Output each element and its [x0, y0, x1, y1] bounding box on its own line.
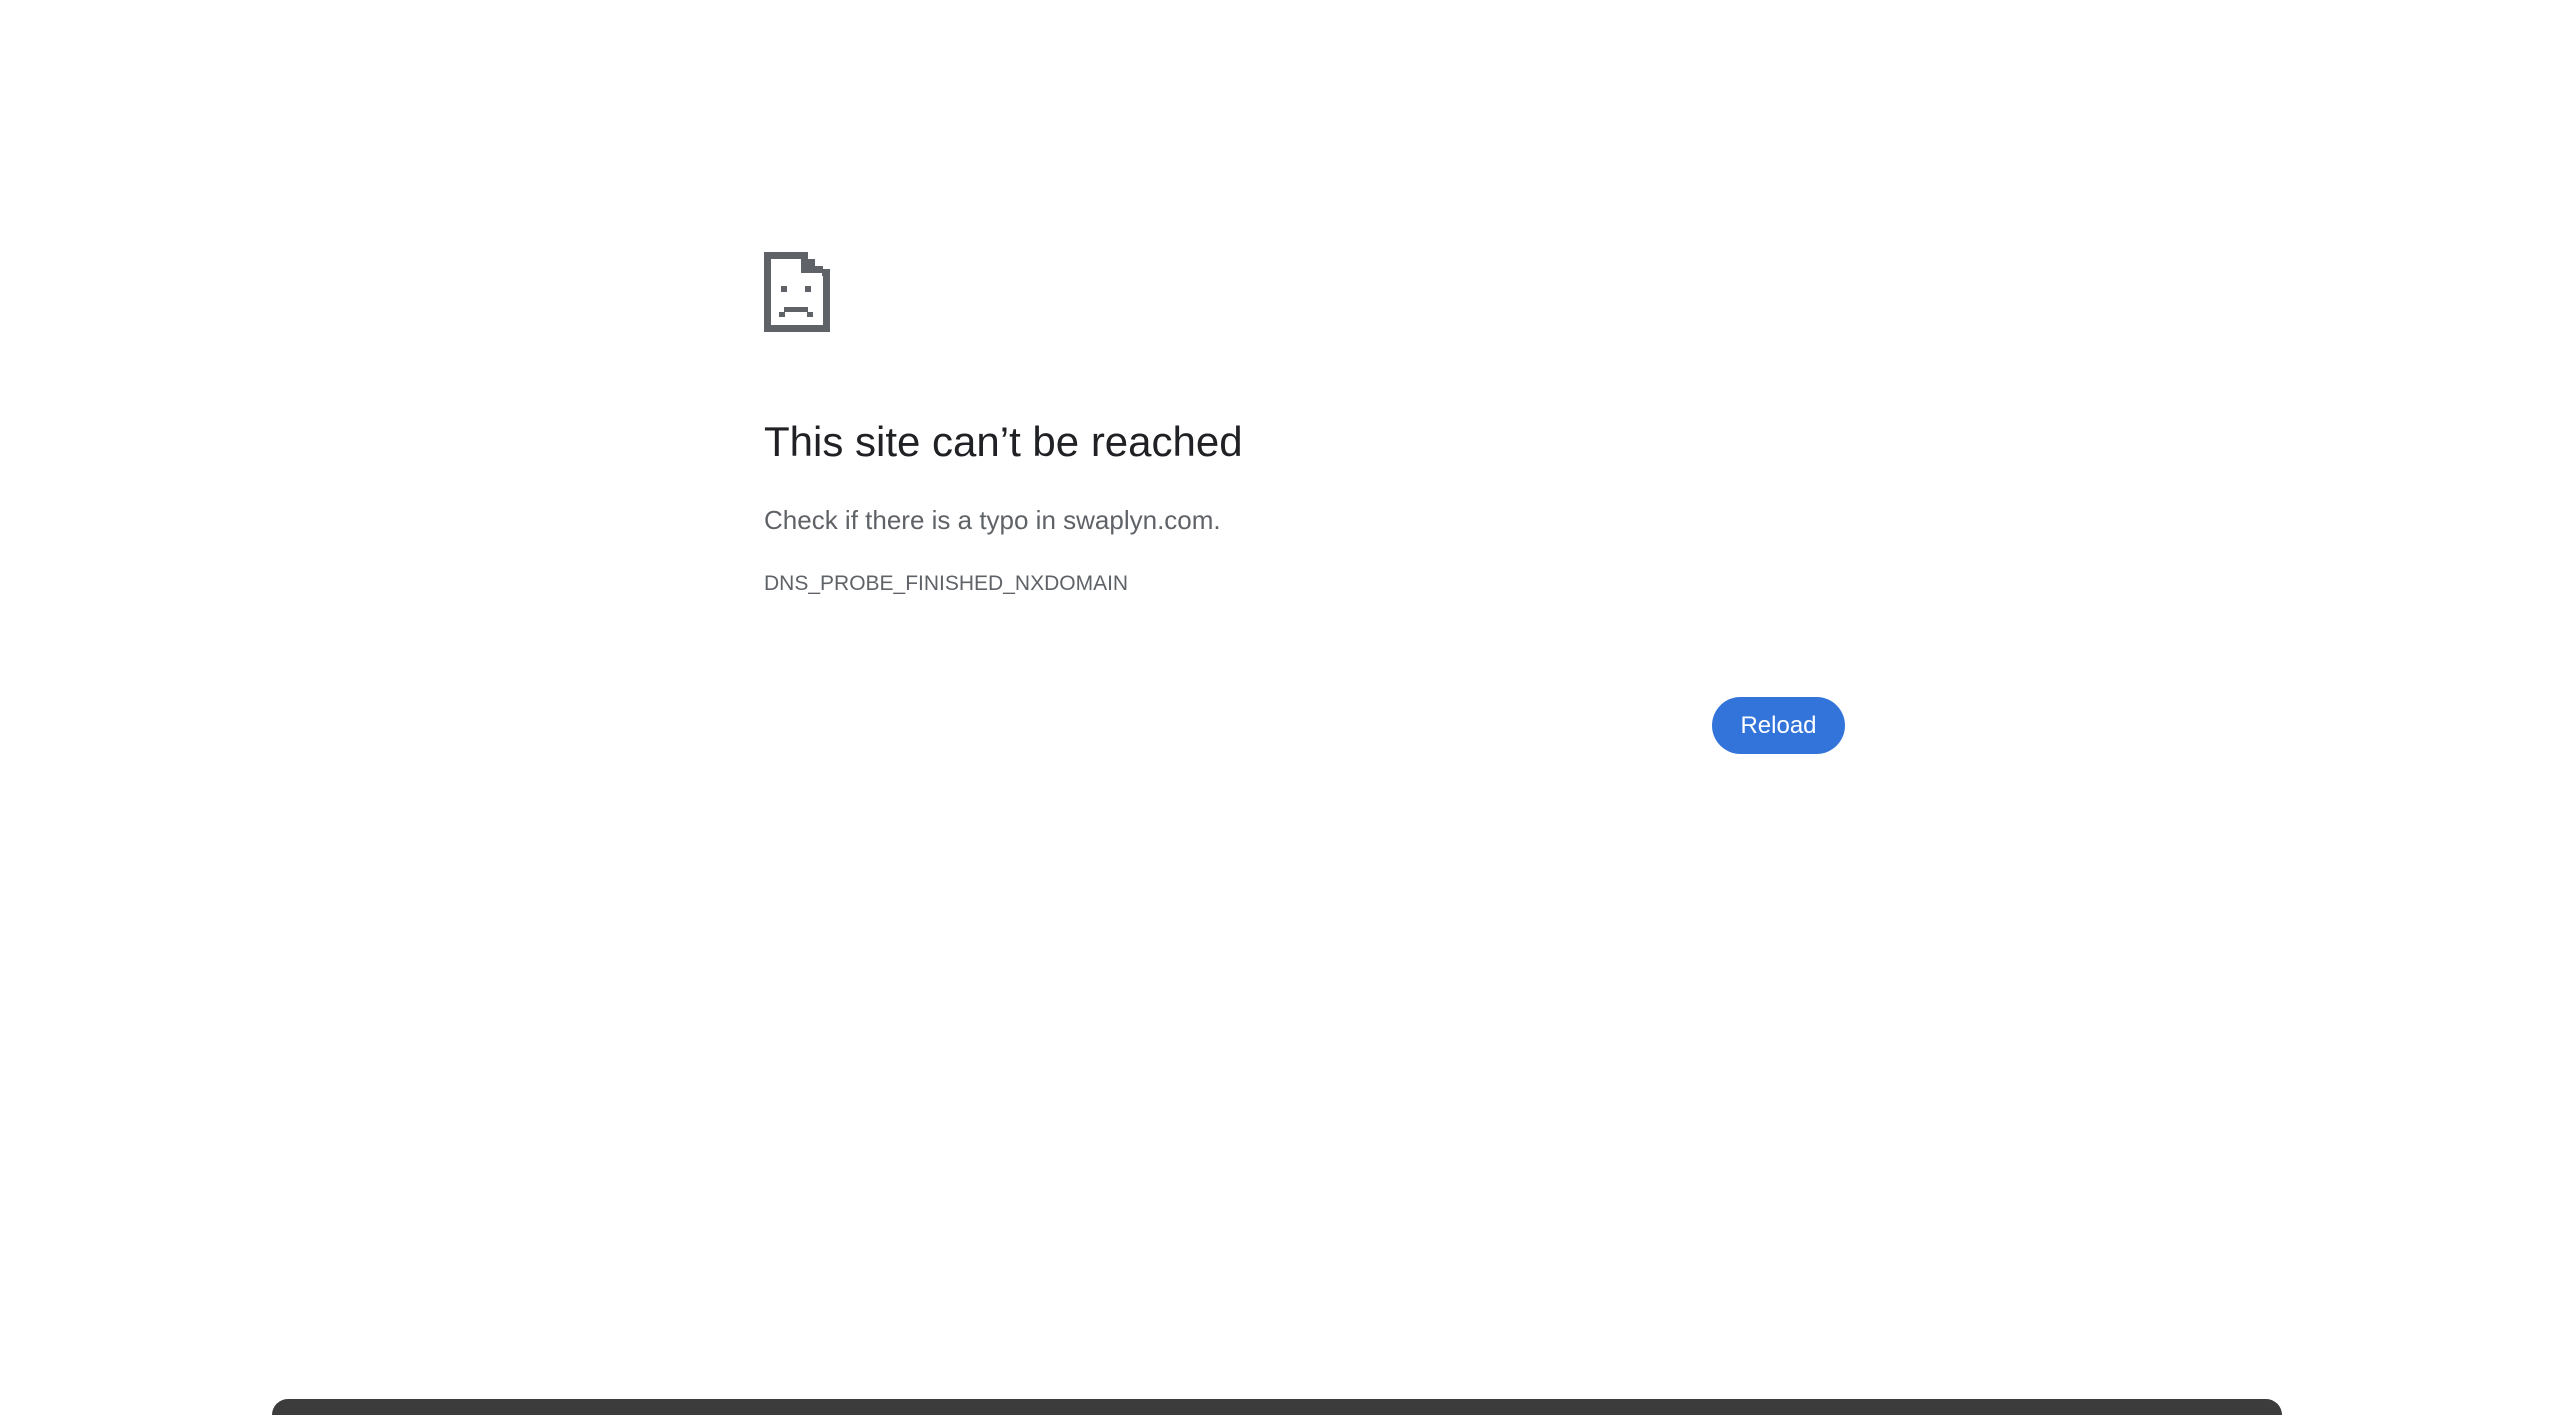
error-code: DNS_PROBE_FINISHED_NXDOMAIN	[764, 572, 1129, 595]
page-title: This site can’t be reached	[764, 418, 1243, 465]
typo-suggestion-text: Check if there is a typo in swaplyn.com.	[764, 505, 1221, 535]
reload-button[interactable]: Reload	[1712, 697, 1845, 754]
error-page: This site can’t be reached Check if ther…	[0, 0, 2560, 1407]
sad-document-icon	[764, 252, 830, 332]
bottom-bar	[272, 1399, 2282, 1415]
